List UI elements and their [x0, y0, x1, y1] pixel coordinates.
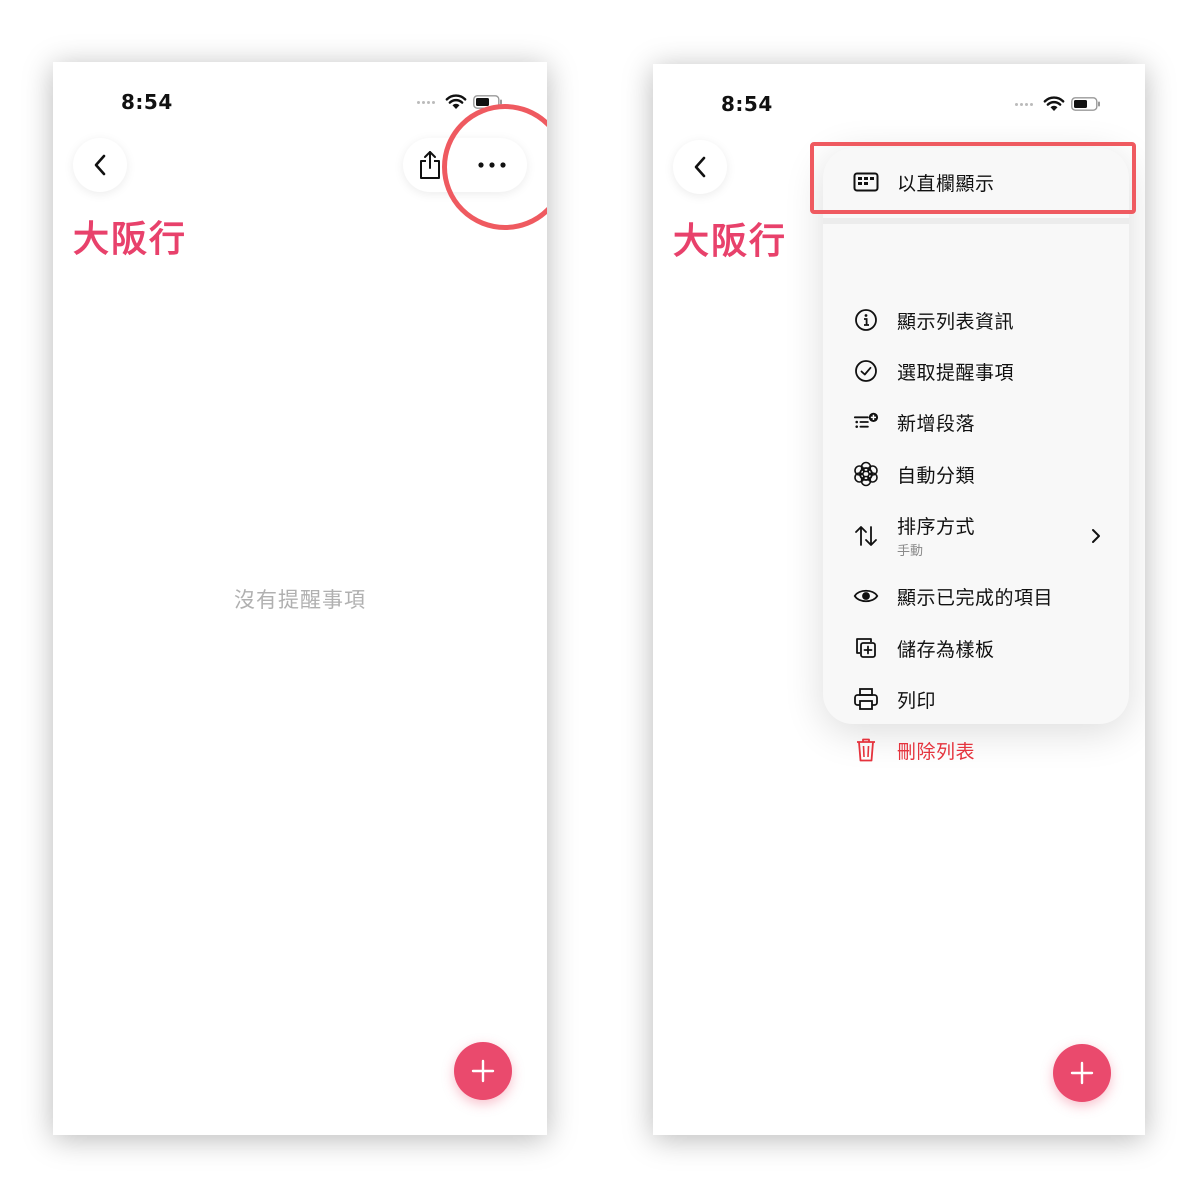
- menu-item-label: 新增段落: [897, 412, 976, 435]
- signal-icon: [1015, 102, 1033, 106]
- list-title: 大阪行: [73, 219, 188, 260]
- menu-item-label: 刪除列表: [897, 740, 976, 763]
- add-section-icon: [853, 409, 879, 435]
- menu-item-label: 自動分類: [897, 464, 976, 487]
- more-options-menu: 以直欄顯示 顯示列表資訊 選取提醒事項 新增段落 自動分類 排序方式 手動 顯示…: [823, 148, 1129, 763]
- left-phone-screen: 8:54 大阪行 沒有提醒事項: [53, 62, 547, 1135]
- right-phone-screen: 8:54 大阪行 以直欄顯示 顯示列表資訊 選取提醒事項 新增段落 自動分類 排…: [653, 64, 1145, 1135]
- wifi-icon: [445, 94, 467, 109]
- menu-item-show-list-info[interactable]: 顯示列表資訊: [823, 298, 1129, 342]
- share-icon: [420, 151, 440, 179]
- menu-item-add-section[interactable]: 新增段落: [823, 400, 1129, 444]
- menu-item-label: 列印: [897, 689, 937, 712]
- add-reminder-button[interactable]: [1053, 1044, 1111, 1102]
- menu-item-show-completed[interactable]: 顯示已完成的項目: [823, 574, 1129, 618]
- info-icon: [853, 307, 879, 333]
- menu-item-delete-list[interactable]: 刪除列表: [823, 728, 1129, 772]
- chevron-left-icon: [694, 156, 706, 178]
- add-reminder-button[interactable]: [454, 1042, 512, 1100]
- chevron-left-icon: [94, 154, 106, 176]
- checkmark-circle-icon: [853, 358, 879, 384]
- menu-item-label: 選取提醒事項: [897, 361, 1015, 384]
- auto-categorize-icon: [853, 461, 879, 487]
- list-title: 大阪行: [673, 221, 788, 262]
- signal-icon: [417, 100, 435, 104]
- eye-icon: [853, 583, 879, 609]
- trash-icon: [853, 737, 879, 763]
- menu-item-label: 顯示列表資訊: [897, 310, 1015, 333]
- sort-current-value: 手動: [897, 544, 924, 559]
- chevron-right-icon: [1092, 529, 1100, 543]
- sort-arrows-icon: [853, 523, 879, 549]
- plus-icon: [471, 1059, 495, 1083]
- back-button[interactable]: [673, 140, 727, 194]
- annotation-highlight-box: [810, 142, 1136, 214]
- empty-state-text: 沒有提醒事項: [234, 588, 366, 612]
- menu-item-sort-by[interactable]: 排序方式 手動: [823, 510, 1129, 562]
- status-time: 8:54: [721, 92, 773, 116]
- menu-item-save-as-template[interactable]: 儲存為樣板: [823, 626, 1129, 670]
- annotation-circle: [442, 104, 547, 230]
- menu-item-select-reminders[interactable]: 選取提醒事項: [823, 349, 1129, 393]
- menu-item-auto-categorize[interactable]: 自動分類: [823, 452, 1129, 496]
- back-button[interactable]: [73, 138, 127, 192]
- battery-icon: [1071, 97, 1100, 111]
- menu-item-label: 顯示已完成的項目: [897, 586, 1054, 609]
- printer-icon: [853, 686, 879, 712]
- wifi-icon: [1043, 96, 1065, 111]
- duplicate-icon: [853, 635, 879, 661]
- menu-item-label: 排序方式: [897, 516, 976, 538]
- menu-divider: [823, 218, 1129, 224]
- status-time: 8:54: [121, 90, 173, 114]
- plus-icon: [1070, 1061, 1094, 1085]
- status-icons: [1015, 96, 1101, 112]
- menu-item-print[interactable]: 列印: [823, 677, 1129, 721]
- menu-item-label: 儲存為樣板: [897, 638, 995, 661]
